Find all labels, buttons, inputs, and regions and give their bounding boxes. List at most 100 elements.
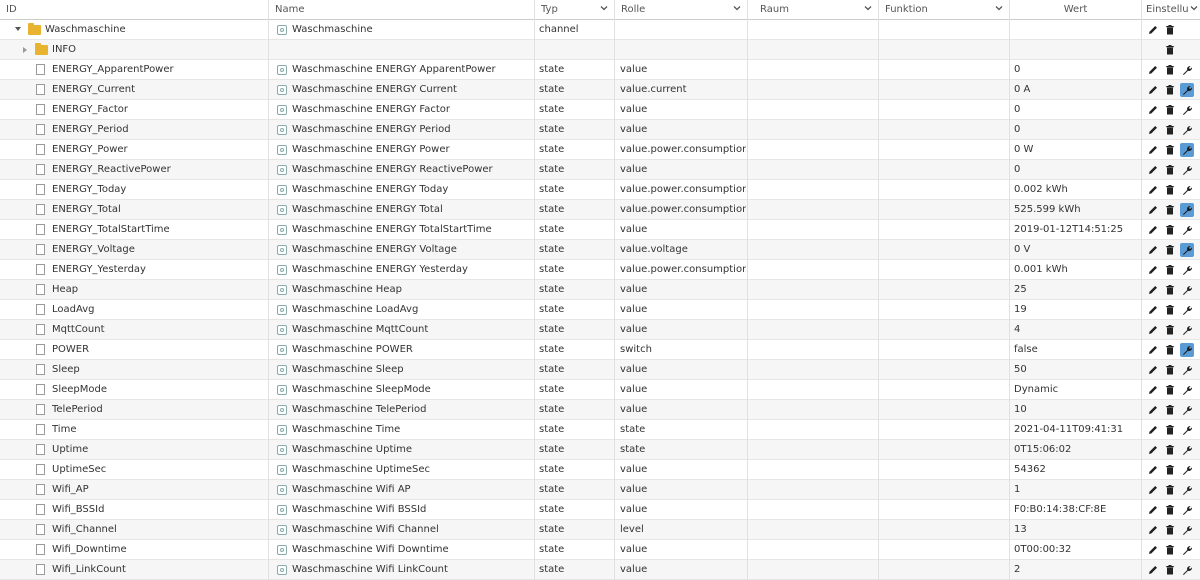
- table-row[interactable]: Wifi_Channel Waschmaschine Wifi Channel st…: [0, 520, 1200, 540]
- custom-settings-wrench-icon[interactable]: [1180, 283, 1194, 297]
- table-row[interactable]: ENERGY_Yesterday Waschmaschine ENERGY Yes…: [0, 260, 1200, 280]
- row-value[interactable]: 2021-04-11T09:41:31: [1014, 420, 1140, 440]
- table-row[interactable]: TelePeriod Waschmaschine TelePeriod state v…: [0, 400, 1200, 420]
- custom-settings-wrench-icon[interactable]: [1180, 523, 1194, 537]
- row-value[interactable]: 54362: [1014, 460, 1140, 480]
- custom-settings-wrench-icon[interactable]: [1180, 463, 1194, 477]
- table-row[interactable]: LoadAvg Waschmaschine LoadAvg state value 19: [0, 300, 1200, 320]
- custom-settings-wrench-icon[interactable]: [1180, 483, 1194, 497]
- row-value[interactable]: 0.001 kWh: [1014, 260, 1140, 280]
- custom-settings-wrench-icon[interactable]: [1180, 443, 1194, 457]
- custom-settings-wrench-icon[interactable]: [1180, 163, 1194, 177]
- delete-trash-icon[interactable]: [1163, 183, 1177, 197]
- custom-settings-wrench-icon[interactable]: [1180, 103, 1194, 117]
- delete-trash-icon[interactable]: [1163, 83, 1177, 97]
- delete-trash-icon[interactable]: [1163, 443, 1177, 457]
- edit-pencil-icon[interactable]: [1146, 323, 1160, 337]
- column-header-id[interactable]: ID: [0, 0, 268, 20]
- row-value[interactable]: 4: [1014, 320, 1140, 340]
- custom-settings-wrench-icon[interactable]: [1180, 143, 1194, 157]
- column-header-value[interactable]: Wert: [1010, 0, 1141, 20]
- custom-settings-wrench-icon[interactable]: [1180, 563, 1194, 577]
- row-value[interactable]: [1014, 20, 1140, 40]
- row-value[interactable]: 0 V: [1014, 240, 1140, 260]
- row-value[interactable]: 2: [1014, 560, 1140, 580]
- column-header-type[interactable]: Typ: [535, 0, 614, 20]
- edit-pencil-icon[interactable]: [1146, 303, 1160, 317]
- table-row[interactable]: ENERGY_Current Waschmaschine ENERGY Curre…: [0, 80, 1200, 100]
- table-row[interactable]: ENERGY_Period Waschmaschine ENERGY Period…: [0, 120, 1200, 140]
- expand-triangle-icon[interactable]: [23, 47, 27, 53]
- table-row[interactable]: Uptime Waschmaschine Uptime state state 0T15…: [0, 440, 1200, 460]
- delete-trash-icon[interactable]: [1163, 463, 1177, 477]
- edit-pencil-icon[interactable]: [1146, 363, 1160, 377]
- table-row[interactable]: POWER Waschmaschine POWER state switch false: [0, 340, 1200, 360]
- edit-pencil-icon[interactable]: [1146, 383, 1160, 397]
- edit-pencil-icon[interactable]: [1146, 263, 1160, 277]
- delete-trash-icon[interactable]: [1163, 103, 1177, 117]
- edit-pencil-icon[interactable]: [1146, 443, 1160, 457]
- delete-trash-icon[interactable]: [1163, 543, 1177, 557]
- delete-trash-icon[interactable]: [1163, 323, 1177, 337]
- custom-settings-wrench-icon[interactable]: [1180, 63, 1194, 77]
- edit-pencil-icon[interactable]: [1146, 63, 1160, 77]
- delete-trash-icon[interactable]: [1163, 303, 1177, 317]
- row-value[interactable]: 50: [1014, 360, 1140, 380]
- delete-trash-icon[interactable]: [1163, 523, 1177, 537]
- custom-settings-wrench-icon[interactable]: [1180, 83, 1194, 97]
- table-row[interactable]: MqttCount Waschmaschine MqttCount state val…: [0, 320, 1200, 340]
- delete-trash-icon[interactable]: [1163, 343, 1177, 357]
- edit-pencil-icon[interactable]: [1146, 543, 1160, 557]
- row-value[interactable]: 525.599 kWh: [1014, 200, 1140, 220]
- edit-pencil-icon[interactable]: [1146, 103, 1160, 117]
- row-value[interactable]: 10: [1014, 400, 1140, 420]
- custom-settings-wrench-icon[interactable]: [1180, 203, 1194, 217]
- delete-trash-icon[interactable]: [1163, 483, 1177, 497]
- edit-pencil-icon[interactable]: [1146, 203, 1160, 217]
- edit-pencil-icon[interactable]: [1146, 463, 1160, 477]
- edit-pencil-icon[interactable]: [1146, 343, 1160, 357]
- delete-trash-icon[interactable]: [1163, 283, 1177, 297]
- row-value[interactable]: Dynamic: [1014, 380, 1140, 400]
- custom-settings-wrench-icon[interactable]: [1180, 123, 1194, 137]
- table-row[interactable]: Sleep Waschmaschine Sleep state value 50: [0, 360, 1200, 380]
- row-value[interactable]: [1014, 40, 1140, 60]
- delete-trash-icon[interactable]: [1163, 23, 1177, 37]
- row-value[interactable]: 19: [1014, 300, 1140, 320]
- delete-trash-icon[interactable]: [1163, 503, 1177, 517]
- custom-settings-wrench-icon[interactable]: [1180, 403, 1194, 417]
- delete-trash-icon[interactable]: [1163, 363, 1177, 377]
- row-value[interactable]: 25: [1014, 280, 1140, 300]
- row-value[interactable]: 1: [1014, 480, 1140, 500]
- column-header-function[interactable]: Funktion: [879, 0, 1009, 20]
- delete-trash-icon[interactable]: [1163, 243, 1177, 257]
- custom-settings-wrench-icon[interactable]: [1180, 303, 1194, 317]
- custom-settings-wrench-icon[interactable]: [1180, 423, 1194, 437]
- delete-trash-icon[interactable]: [1163, 263, 1177, 277]
- table-row[interactable]: ENERGY_Voltage Waschmaschine ENERGY Volta…: [0, 240, 1200, 260]
- row-value[interactable]: 0: [1014, 160, 1140, 180]
- row-value[interactable]: 13: [1014, 520, 1140, 540]
- custom-settings-wrench-icon[interactable]: [1180, 183, 1194, 197]
- table-row[interactable]: Time Waschmaschine Time state state 2021-04-…: [0, 420, 1200, 440]
- row-value[interactable]: 0.002 kWh: [1014, 180, 1140, 200]
- row-value[interactable]: 0 A: [1014, 80, 1140, 100]
- custom-settings-wrench-icon[interactable]: [1180, 383, 1194, 397]
- column-header-settings[interactable]: Einstellu: [1142, 0, 1200, 20]
- row-value[interactable]: 0: [1014, 60, 1140, 80]
- table-row[interactable]: Heap Waschmaschine Heap state value 25: [0, 280, 1200, 300]
- edit-pencil-icon[interactable]: [1146, 163, 1160, 177]
- table-row[interactable]: Waschmaschine Waschmaschine channel: [0, 20, 1200, 40]
- row-value[interactable]: 0: [1014, 120, 1140, 140]
- edit-pencil-icon[interactable]: [1146, 143, 1160, 157]
- table-row[interactable]: ENERGY_ApparentPower Waschmaschine ENERGY…: [0, 60, 1200, 80]
- delete-trash-icon[interactable]: [1163, 63, 1177, 77]
- table-row[interactable]: ENERGY_Factor Waschmaschine ENERGY Factor…: [0, 100, 1200, 120]
- row-value[interactable]: 0T15:06:02: [1014, 440, 1140, 460]
- delete-trash-icon[interactable]: [1163, 383, 1177, 397]
- edit-pencil-icon[interactable]: [1146, 223, 1160, 237]
- custom-settings-wrench-icon[interactable]: [1180, 223, 1194, 237]
- edit-pencil-icon[interactable]: [1146, 283, 1160, 297]
- custom-settings-wrench-icon[interactable]: [1180, 343, 1194, 357]
- edit-pencil-icon[interactable]: [1146, 243, 1160, 257]
